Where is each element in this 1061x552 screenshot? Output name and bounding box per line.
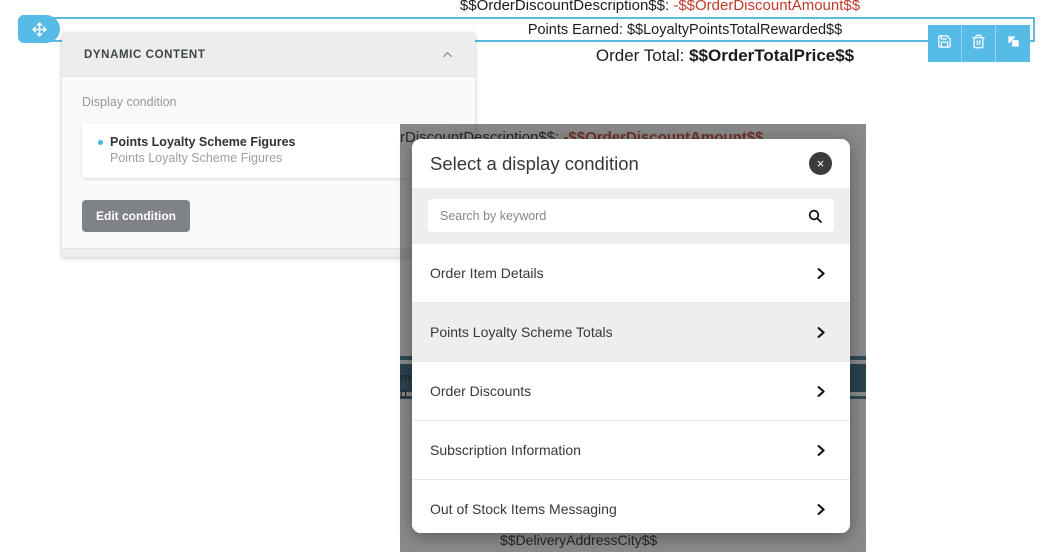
search-icon[interactable]	[807, 208, 823, 224]
discount-label: $$OrderDiscountDescription$$:	[459, 0, 674, 14]
list-item-label: Points Loyalty Scheme Totals	[430, 324, 613, 340]
move-arrows-icon	[31, 21, 48, 38]
search-box	[428, 199, 834, 232]
list-item[interactable]: Out of Stock Items Messaging	[412, 480, 850, 533]
list-item-label: Out of Stock Items Messaging	[430, 501, 617, 517]
delete-button[interactable]	[962, 25, 996, 62]
duplicate-button[interactable]	[996, 25, 1030, 62]
block-toolbar	[928, 25, 1030, 62]
save-icon	[937, 34, 952, 54]
chevron-right-icon[interactable]	[813, 384, 828, 399]
condition-list: Order Item Details Points Loyalty Scheme …	[412, 244, 850, 533]
display-condition-label: Display condition	[82, 95, 177, 109]
list-item-label: Order Discounts	[430, 383, 532, 399]
app-root: $$OrderDiscountDescription$$: -$$OrderDi…	[0, 0, 1061, 552]
list-item-label: Subscription Information	[430, 442, 581, 458]
list-item[interactable]: Points Loyalty Scheme Totals	[412, 303, 850, 362]
page-title: DYNAMIC CONTENT	[84, 48, 206, 61]
chevron-right-icon[interactable]	[813, 325, 828, 340]
chevron-up-icon[interactable]	[440, 47, 455, 62]
search-input[interactable]	[428, 199, 834, 232]
dot-icon	[98, 139, 103, 145]
list-item[interactable]: Order Discounts	[412, 362, 850, 421]
list-item[interactable]: Subscription Information	[412, 421, 850, 480]
chevron-right-icon[interactable]	[813, 443, 828, 458]
modal-header: Select a display condition ×	[412, 139, 850, 188]
display-condition-modal: Select a display condition × Order Item …	[412, 139, 850, 533]
condition-title: Points Loyalty Scheme Figures	[110, 135, 296, 149]
dynamic-content-header[interactable]: DYNAMIC CONTENT	[62, 33, 475, 77]
order-total-value: $$OrderTotalPrice$$	[689, 46, 855, 65]
list-item-label: Order Item Details	[430, 265, 544, 281]
order-total-label: Order Total:	[595, 46, 690, 65]
trash-icon	[971, 34, 986, 54]
modal-search-section	[412, 188, 850, 244]
condition-title-row: Points Loyalty Scheme Figures	[98, 135, 439, 149]
block-drag-handle[interactable]	[18, 15, 60, 43]
chevron-right-icon[interactable]	[813, 502, 828, 517]
save-button[interactable]	[928, 25, 962, 62]
edit-condition-button[interactable]: Edit condition	[82, 200, 190, 232]
condition-subtitle: Points Loyalty Scheme Figures	[110, 151, 283, 165]
copy-icon	[1006, 34, 1021, 54]
close-icon[interactable]: ×	[809, 152, 832, 175]
list-item[interactable]: Order Item Details	[412, 244, 850, 303]
email-line-discount: $$OrderDiscountDescription$$: -$$OrderDi…	[260, 0, 1060, 14]
modal-title: Select a display condition	[430, 152, 639, 174]
discount-amount: -$$OrderDiscountAmount$$	[673, 0, 861, 14]
chevron-right-icon[interactable]	[813, 266, 828, 281]
